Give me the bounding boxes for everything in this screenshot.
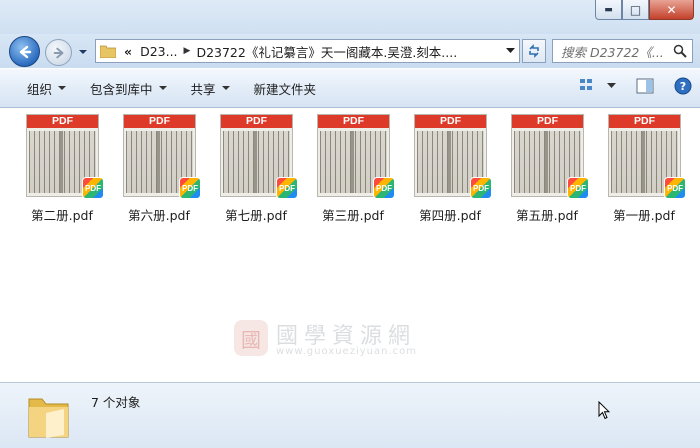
- pdf-band-label: PDF: [27, 115, 98, 128]
- close-button[interactable]: ✕: [649, 0, 694, 20]
- file-name: 第五册.pdf: [516, 208, 578, 223]
- breadcrumb-overflow[interactable]: «: [124, 44, 132, 59]
- file-item[interactable]: PDF PDF 第二册.pdf: [19, 114, 105, 223]
- navigation-bar: « D23... ▶ D23722《礼记纂言》天一阁藏本.吴澄.刻本.... 搜…: [0, 34, 700, 68]
- mouse-cursor-icon: [598, 401, 610, 420]
- command-toolbar: 组织 包含到库中 共享 新建文件夹 ?: [0, 68, 700, 108]
- breadcrumb-separator-icon[interactable]: ▶: [184, 46, 191, 56]
- breadcrumb-parent[interactable]: D23...: [140, 44, 177, 59]
- address-dropdown-chevron-icon[interactable]: [506, 48, 515, 54]
- file-item[interactable]: PDF PDF 第一册.pdf: [601, 114, 687, 223]
- svg-text:?: ?: [680, 80, 686, 93]
- preview-pane-icon[interactable]: [636, 78, 654, 94]
- pdf-band-label: PDF: [415, 115, 486, 128]
- pdf-reader-badge-icon: PDF: [470, 177, 492, 199]
- change-view-icon[interactable]: [579, 77, 599, 95]
- title-bar: ▬ □ ✕: [0, 0, 700, 34]
- include-in-library-label: 包含到库中: [90, 81, 153, 97]
- minimize-button[interactable]: ▬: [595, 0, 622, 20]
- include-in-library-menu[interactable]: 包含到库中: [80, 74, 177, 102]
- include-in-library-chevron-icon: [158, 86, 167, 90]
- refresh-button[interactable]: [522, 39, 546, 63]
- search-icon[interactable]: [673, 44, 687, 58]
- close-icon: ✕: [666, 2, 677, 17]
- window-controls: ▬ □ ✕: [595, 0, 694, 20]
- pdf-reader-badge-icon: PDF: [567, 177, 589, 199]
- organize-menu[interactable]: 组织: [17, 74, 76, 102]
- site-watermark: 國 國學資源網 www.guoxueziyuan.com: [230, 318, 470, 362]
- pdf-reader-badge-icon: PDF: [179, 177, 201, 199]
- search-placeholder: 搜索 D23722《...: [561, 44, 664, 60]
- folder-icon: [100, 45, 116, 58]
- maximize-icon: □: [629, 2, 642, 17]
- file-name: 第四册.pdf: [419, 208, 481, 223]
- pdf-band-label: PDF: [124, 115, 195, 128]
- breadcrumb-current[interactable]: D23722《礼记纂言》天一阁藏本.吴澄.刻本....: [196, 42, 457, 61]
- item-count: 7 个对象: [91, 395, 141, 410]
- file-item[interactable]: PDF PDF 第三册.pdf: [310, 114, 396, 223]
- recent-pages-chevron-icon[interactable]: [78, 49, 88, 55]
- pdf-reader-badge-icon: PDF: [664, 177, 686, 199]
- minimize-icon: ▬: [604, 4, 613, 15]
- help-icon[interactable]: ?: [674, 77, 692, 95]
- share-menu[interactable]: 共享: [181, 74, 240, 102]
- file-name: 第七册.pdf: [225, 208, 287, 223]
- file-list-pane[interactable]: 國 國學資源網 www.guoxueziyuan.com PDF PDF 第二册.p…: [0, 108, 700, 382]
- share-chevron-icon: [221, 86, 230, 90]
- pdf-band-label: PDF: [221, 115, 292, 128]
- file-item[interactable]: PDF PDF 第五册.pdf: [504, 114, 590, 223]
- forward-arrow-icon: [53, 47, 63, 58]
- pdf-reader-badge-icon: PDF: [82, 177, 104, 199]
- watermark-url: www.guoxueziyuan.com: [276, 346, 417, 357]
- file-item[interactable]: PDF PDF 第七册.pdf: [213, 114, 299, 223]
- new-folder-button[interactable]: 新建文件夹: [244, 74, 327, 102]
- refresh-icon: [529, 44, 539, 58]
- organize-label: 组织: [27, 81, 53, 97]
- forward-button[interactable]: [45, 39, 72, 66]
- address-bar[interactable]: « D23... ▶ D23722《礼记纂言》天一阁藏本.吴澄.刻本....: [95, 39, 520, 63]
- pdf-reader-badge-icon: PDF: [276, 177, 298, 199]
- file-name: 第三册.pdf: [322, 208, 384, 223]
- details-pane: 7 个对象: [0, 382, 700, 448]
- new-folder-label: 新建文件夹: [253, 81, 317, 97]
- view-options-chevron-icon[interactable]: [607, 83, 616, 89]
- share-label: 共享: [190, 81, 216, 97]
- pdf-reader-badge-icon: PDF: [373, 177, 395, 199]
- file-item[interactable]: PDF PDF 第六册.pdf: [116, 114, 202, 223]
- file-name: 第一册.pdf: [613, 208, 675, 223]
- file-item[interactable]: PDF PDF 第四册.pdf: [407, 114, 493, 223]
- file-name: 第六册.pdf: [128, 208, 190, 223]
- back-arrow-icon: [19, 45, 31, 58]
- pdf-band-label: PDF: [318, 115, 389, 128]
- pdf-band-label: PDF: [512, 115, 583, 128]
- pdf-band-label: PDF: [609, 115, 680, 128]
- folder-icon: [28, 398, 69, 438]
- back-button[interactable]: [9, 36, 40, 67]
- organize-chevron-icon: [58, 86, 67, 90]
- file-name: 第二册.pdf: [31, 208, 93, 223]
- search-input[interactable]: 搜索 D23722《...: [552, 39, 693, 63]
- maximize-button[interactable]: □: [622, 0, 649, 20]
- watermark-seal: 國: [234, 320, 268, 356]
